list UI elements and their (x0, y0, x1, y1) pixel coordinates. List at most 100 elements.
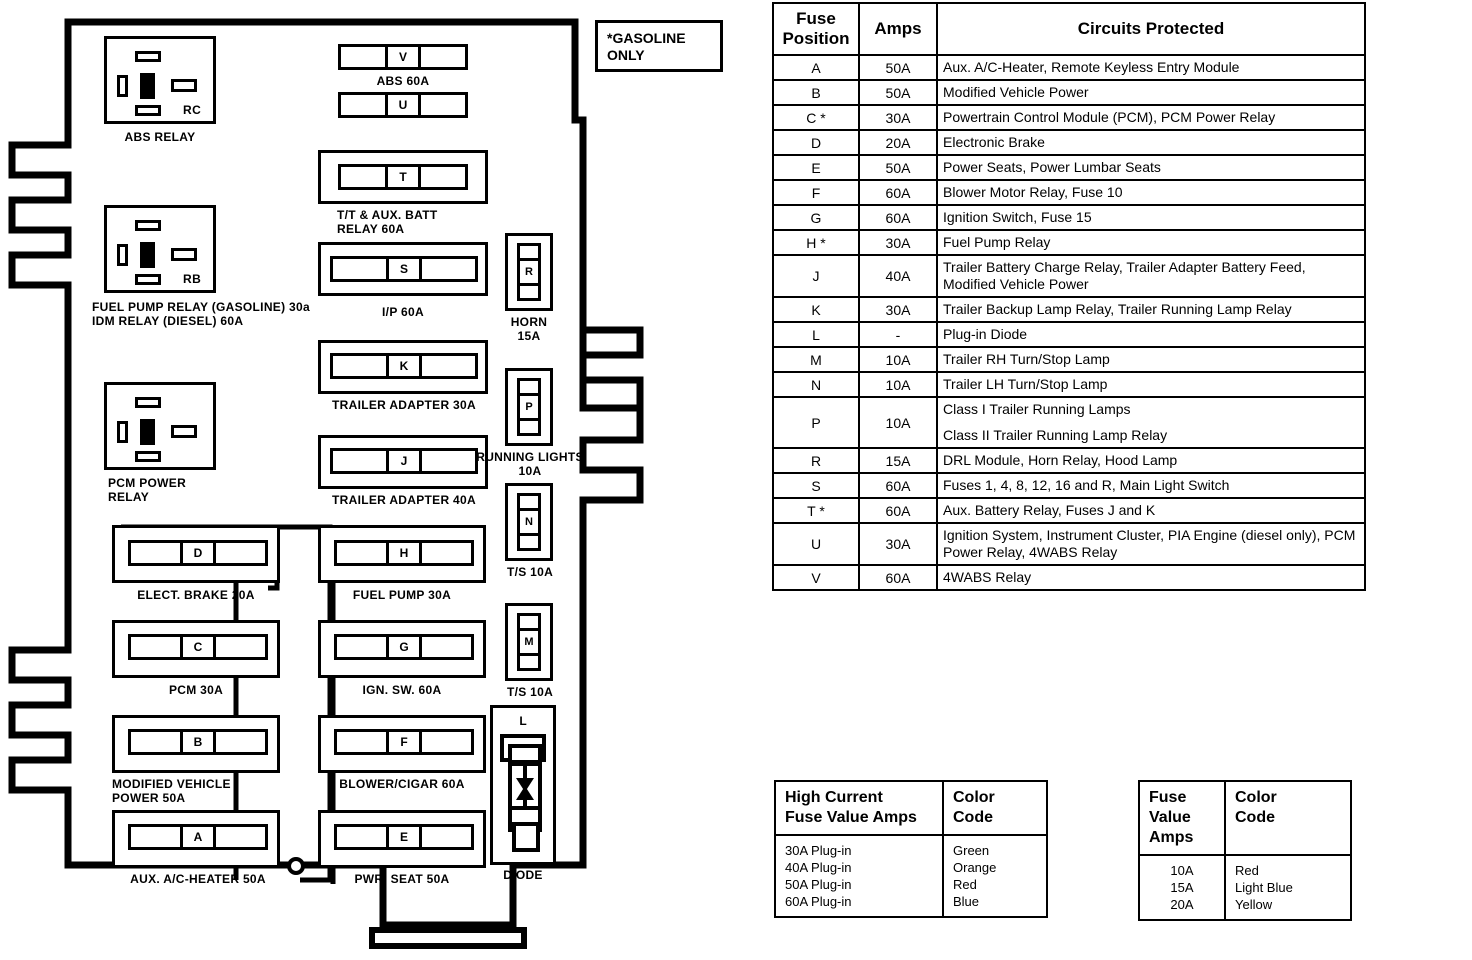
fuse-key-s: S (389, 259, 422, 279)
cell-fuse-position: A (772, 54, 860, 81)
fuse-slot-r[interactable]: R (505, 233, 553, 311)
fuse-label-aux-ac-heater: AUX. A/C-HEATER 50A (130, 872, 266, 886)
fuse-slot-a[interactable]: A (128, 824, 268, 850)
cell-amps: 60A (858, 497, 938, 524)
table-row: G 60A Ignition Switch, Fuse 15 (772, 204, 1366, 231)
circuit-description-line: Ignition Switch, Fuse 15 (943, 209, 1092, 225)
cell-amps: 50A (858, 54, 938, 81)
circuit-description-line: Plug-in Diode (943, 326, 1028, 342)
fuse-cell (131, 827, 183, 847)
fuse-label-abs-60a: ABS 60A (376, 74, 430, 88)
fuse-label-fuel-pump: FUEL PUMP 30A (352, 588, 452, 602)
cell-fuse-position: R (772, 447, 860, 474)
table-row: F 60A Blower Motor Relay, Fuse 10 (772, 179, 1366, 206)
main-fuse-table-wrap: Fuse Position Amps Circuits Protected A5… (772, 2, 1366, 591)
fuse-body: P (517, 378, 541, 436)
cell-fuse-position: U (772, 522, 860, 566)
relay-block-fuel-pump[interactable]: RB (104, 205, 216, 293)
fuse-cell (520, 656, 538, 668)
fuse-key-t: T (388, 167, 421, 187)
fuse-key-v: V (388, 47, 421, 67)
fuse-key-k: K (389, 356, 422, 376)
fuse-slot-v[interactable]: V (338, 44, 468, 70)
legend-header-color-code: Color Code (1224, 780, 1352, 856)
diode-module[interactable]: L (490, 705, 556, 865)
cell-fuse-position: E (772, 154, 860, 181)
fuse-cell (421, 47, 465, 67)
fuse-slot-p[interactable]: P (505, 368, 553, 446)
fuse-slot-k[interactable]: K (330, 353, 478, 379)
fuse-slot-j[interactable]: J (330, 448, 478, 474)
fuse-body: N (517, 493, 541, 551)
fuse-cell (131, 543, 183, 563)
cell-fuse-position: K (772, 296, 860, 323)
fuse-slot-n[interactable]: N (505, 483, 553, 561)
relay-block-abs[interactable]: RC (104, 36, 216, 124)
relay-pin-filled (140, 73, 155, 99)
circuit-description-line: 4WABS Relay (943, 569, 1032, 585)
fuse-slot-g[interactable]: G (334, 634, 474, 660)
fuse-key-g: G (389, 637, 422, 657)
cell-circuits-protected: Ignition Switch, Fuse 15 (936, 204, 1366, 231)
cell-circuits-protected: Fuses 1, 4, 8, 12, 16 and R, Main Light … (936, 472, 1366, 499)
fuse-cell (520, 496, 538, 511)
fuse-cell (422, 732, 471, 752)
fuse-cell (341, 167, 388, 187)
cell-amps: 60A (858, 204, 938, 231)
table-row: E 50A Power Seats, Power Lumbar Seats (772, 154, 1366, 181)
cell-fuse-position: L (772, 321, 860, 348)
fuse-cell (422, 451, 475, 471)
cell-amps: 30A (858, 296, 938, 323)
fuse-slot-f[interactable]: F (334, 729, 474, 755)
cell-circuits-protected: Trailer LH Turn/Stop Lamp (936, 371, 1366, 398)
legend-values-row: 10A 15A 20A Red Light Blue Yellow (1138, 854, 1352, 921)
legend-values-row: 30A Plug-in 40A Plug-in 50A Plug-in 60A … (774, 834, 1048, 918)
table-row: V 60A 4WABS Relay (772, 564, 1366, 591)
circuit-description-line: Class II Trailer Running Lamp Relay (943, 427, 1168, 443)
fuse-label-elect-brake: ELECT. BRAKE 20A (137, 588, 255, 602)
fuse-key-f: F (389, 732, 422, 752)
relay-pin (135, 451, 161, 462)
fuse-cell (422, 827, 471, 847)
circuit-description-line: Fuses 1, 4, 8, 12, 16 and R, Main Light … (943, 477, 1230, 493)
fuse-slot-b[interactable]: B (128, 729, 268, 755)
fuse-label-ign-sw: IGN. SW. 60A (362, 683, 442, 697)
relay-pin (135, 51, 161, 62)
fuse-cell (131, 732, 183, 752)
fuse-label-tt-aux-batt: T/T & AUX. BATT RELAY 60A (337, 208, 438, 236)
cell-circuits-protected: Fuel Pump Relay (936, 229, 1366, 256)
high-current-legend-table: High Current Fuse Value Amps Color Code … (774, 780, 1048, 918)
cell-circuits-protected: Ignition System, Instrument Cluster, PIA… (936, 522, 1366, 566)
cell-amps: 10A (858, 396, 938, 449)
fuse-slot-c[interactable]: C (128, 634, 268, 660)
fuse-cell (337, 827, 389, 847)
fuse-panel-diagram: RC ABS RELAY RB FUEL PUMP RELAY (GASOLIN… (0, 0, 760, 960)
cell-amps: 60A (858, 179, 938, 206)
table-row: P 10A Class I Trailer Running Lamps Class I… (772, 396, 1366, 449)
fuse-slot-h[interactable]: H (334, 540, 474, 566)
relay-pin (171, 425, 197, 438)
circuit-description-line: Trailer Backup Lamp Relay, Trailer Runni… (943, 301, 1292, 317)
fuse-slot-e[interactable]: E (334, 824, 474, 850)
cell-circuits-protected: Aux. Battery Relay, Fuses J and K (936, 497, 1366, 524)
relay-pin (135, 397, 161, 408)
fuse-slot-m[interactable]: M (505, 603, 553, 681)
fuse-key-r: R (520, 261, 538, 286)
fuse-slot-t[interactable]: T (338, 164, 468, 190)
legend-header-color-code: Color Code (942, 780, 1048, 836)
cell-amps: 40A (858, 254, 938, 298)
cell-amps: 60A (858, 472, 938, 499)
fuse-cell (520, 421, 538, 433)
high-current-legend-wrap: High Current Fuse Value Amps Color Code … (774, 780, 1048, 918)
fuse-key-j: J (389, 451, 422, 471)
cell-fuse-position: H * (772, 229, 860, 256)
fuse-slot-d[interactable]: D (128, 540, 268, 566)
relay-block-pcm-power[interactable] (104, 382, 216, 470)
relay-code-fuel-pump: RB (183, 272, 202, 286)
legend-values-high-current: 30A Plug-in 40A Plug-in 50A Plug-in 60A … (774, 834, 944, 918)
header-amps: Amps (858, 2, 938, 56)
fuse-slot-u[interactable]: U (338, 92, 468, 118)
cell-amps: 15A (858, 447, 938, 474)
cell-circuits-protected: Modified Vehicle Power (936, 79, 1366, 106)
fuse-slot-s[interactable]: S (330, 256, 478, 282)
